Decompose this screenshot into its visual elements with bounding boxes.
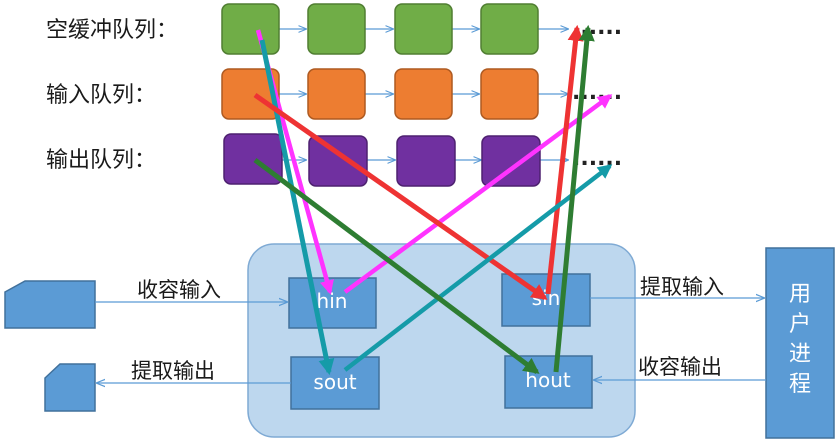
- output-device-icon: [44, 363, 96, 412]
- output-buffer-node: [396, 135, 456, 187]
- input-buffer-node: [394, 68, 453, 120]
- user-process-label-2: 户: [789, 312, 811, 337]
- collect-output-label: 收容输出: [638, 355, 722, 379]
- collect-input-label: 收容输入: [137, 278, 221, 302]
- empty-buffer-node: [307, 3, 366, 55]
- user-process-label-1: 用: [789, 282, 811, 307]
- buffer-management-diagram: 空缓冲队列： 输入队列： 输出队列： ...... ...... ...... …: [4, 3, 835, 439]
- empty-queue: ......: [221, 3, 622, 55]
- output-queue-ellipsis: ......: [572, 146, 622, 171]
- output-buffer-node: [308, 135, 368, 187]
- extract-input-label: 提取输入: [640, 275, 724, 299]
- empty-queue-label: 空缓冲队列：: [46, 18, 178, 43]
- user-process-label-4: 程: [789, 372, 811, 397]
- hout-label: hout: [525, 368, 571, 392]
- input-queue-label: 输入队列：: [46, 83, 156, 108]
- empty-buffer-node: [480, 3, 539, 55]
- output-queue-label: 输出队列：: [46, 148, 156, 173]
- input-buffer-node: [480, 68, 539, 120]
- empty-buffer-node: [221, 3, 280, 55]
- input-device-icon: [4, 280, 96, 329]
- user-process-label-3: 进: [789, 342, 811, 367]
- empty-buffer-node: [394, 3, 453, 55]
- hin-label: hin: [317, 289, 348, 313]
- extract-output-label: 提取输出: [131, 359, 215, 383]
- input-buffer-node: [307, 68, 366, 120]
- output-buffer-node: [481, 135, 541, 187]
- empty-queue-ellipsis: ......: [572, 15, 622, 40]
- sout-label: sout: [313, 370, 356, 394]
